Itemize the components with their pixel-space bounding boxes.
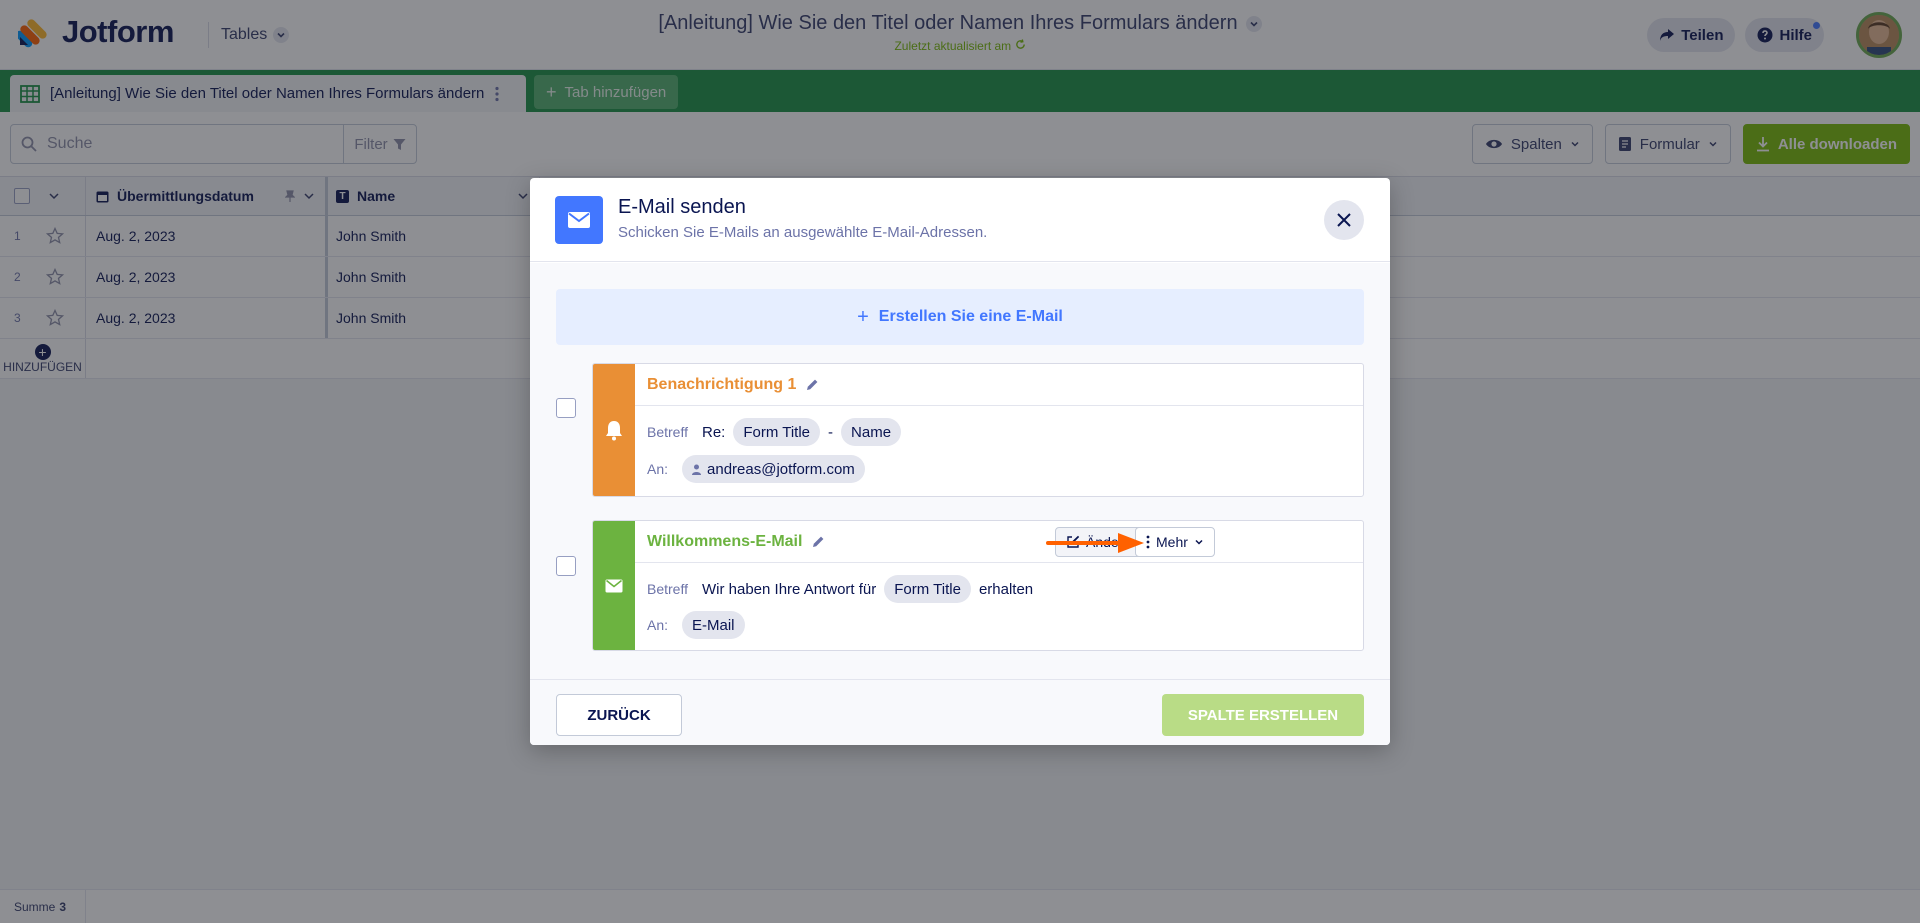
email-checkbox-2[interactable] [556,556,576,576]
subject-key: Betreff [647,424,688,440]
subject-tag: Form Title [733,418,821,446]
email-recipient-row: An: E-Mail [647,611,745,639]
subject-prefix: Wir haben Ihre Antwort für [702,580,877,598]
subject-key: Betreff [647,581,688,597]
email-card-notification: Benachrichtigung 1 Betreff Re: Form Titl… [592,363,1364,497]
create-email-button[interactable]: + Erstellen Sie eine E-Mail [556,289,1364,345]
recipient-key: An: [647,617,669,633]
bell-icon [606,421,622,441]
dialog-body: + Erstellen Sie eine E-Mail Benachrichti… [530,263,1390,679]
email-subject-row: Betreff Re: Form Title - Name [647,418,902,446]
dialog-header: E-Mail senden Schicken Sie E-Mails an au… [530,178,1390,262]
email-subject-row: Betreff Wir haben Ihre Antwort für Form … [647,575,1033,603]
email-name: Benachrichtigung 1 [647,375,797,393]
recipient-email: andreas@jotform.com [707,460,855,478]
subject-separator: - [828,423,834,441]
kebab-menu-icon [1146,535,1150,549]
email-recipient-row: An: andreas@jotform.com [647,455,865,483]
close-button[interactable] [1324,200,1364,240]
subject-tag: Name [841,418,902,446]
annotation-arrow-icon [1046,533,1144,553]
email-card-header: Benachrichtigung 1 [635,364,1363,406]
recipient-key: An: [647,461,669,477]
email-checkbox-1[interactable] [556,398,576,418]
envelope-icon [555,196,603,244]
email-type-stripe [593,364,635,496]
dialog-title: E-Mail senden [618,196,746,218]
plus-icon: + [857,305,869,328]
chevron-down-icon [1195,539,1203,545]
more-options-label: Mehr [1156,534,1188,550]
subject-suffix: erhalten [978,580,1034,598]
recipient-tag: andreas@jotform.com [682,455,865,483]
recipient-tag: E-Mail [682,611,745,639]
subject-prefix: Re: [702,423,726,441]
more-options-button[interactable]: Mehr [1135,527,1215,557]
dialog-subtitle: Schicken Sie E-Mails an ausgewählte E-Ma… [618,224,988,241]
create-column-button[interactable]: SPALTE ERSTELLEN [1162,694,1364,736]
back-button[interactable]: ZURÜCK [556,694,682,736]
email-type-stripe [593,521,635,650]
email-card-header: Willkommens-E-Mail Ändern Mehr [635,521,1363,563]
close-icon [1337,213,1351,227]
pencil-icon[interactable] [812,535,825,548]
pencil-icon[interactable] [806,378,819,391]
envelope-icon [605,579,623,592]
create-email-label: Erstellen Sie eine E-Mail [878,308,1063,325]
email-card-welcome: Willkommens-E-Mail Ändern Mehr Betreff W… [592,520,1364,651]
send-email-dialog: E-Mail senden Schicken Sie E-Mails an au… [530,178,1390,745]
dialog-footer: ZURÜCK SPALTE ERSTELLEN [530,679,1390,745]
user-icon [692,464,702,475]
email-name: Willkommens-E-Mail [647,532,803,550]
subject-tag: Form Title [884,575,971,603]
